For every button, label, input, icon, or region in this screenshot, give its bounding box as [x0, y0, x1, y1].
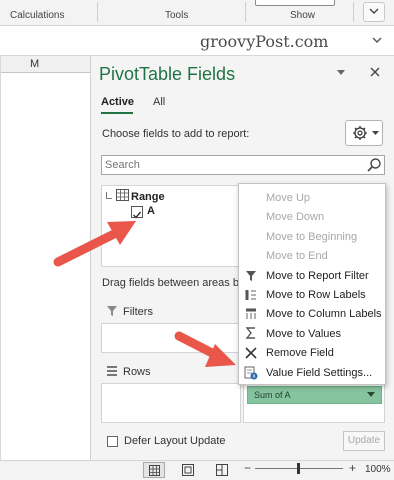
ribbon-button[interactable] [255, 0, 335, 6]
rows-drop-area[interactable] [101, 383, 241, 423]
menu-item-move-to-column-labels[interactable]: Move to Column Labels [266, 308, 382, 320]
ribbon-group-show[interactable]: Show [290, 10, 315, 21]
menu-item-move-to-report-filter[interactable]: Move to Report Filter [266, 270, 369, 282]
collapse-table-toggle[interactable] [106, 192, 112, 199]
tab-all[interactable]: All [153, 96, 165, 108]
column-header-m[interactable]: M [30, 58, 39, 70]
drag-fields-label: Drag fields between areas below: [102, 277, 242, 289]
values-field-label: Sum of A [254, 390, 291, 400]
caret-down-icon [372, 131, 379, 135]
zoom-level[interactable]: 100% [365, 464, 391, 475]
normal-view-button[interactable] [143, 462, 165, 478]
chevron-down-icon [369, 8, 379, 14]
table-name-range[interactable]: Range [131, 191, 165, 203]
values-field-chip[interactable]: Sum of A [247, 386, 382, 404]
menu-item-move-to-row-labels[interactable]: Move to Row Labels [266, 289, 366, 301]
field-search-input[interactable] [102, 156, 364, 174]
field-settings-button[interactable] [345, 120, 383, 146]
defer-layout-checkbox[interactable] [107, 436, 118, 447]
menu-item-move-to-beginning[interactable]: Move to Beginning [266, 231, 357, 243]
zoom-out-button[interactable]: − [244, 461, 251, 475]
update-button[interactable]: Update [343, 431, 385, 451]
ribbon-separator [353, 2, 354, 22]
field-label-a[interactable]: A [147, 205, 155, 217]
rows-area-label: Rows [123, 366, 151, 378]
filters-area-label: Filters [123, 306, 153, 318]
menu-item-move-down[interactable]: Move Down [266, 211, 324, 223]
defer-layout-label: Defer Layout Update [124, 435, 226, 447]
normal-view-icon [149, 465, 160, 476]
table-icon [116, 189, 129, 201]
checkmark-icon [133, 211, 142, 219]
ribbon-separator [245, 2, 246, 22]
search-icon[interactable] [366, 157, 382, 173]
rows-icon [107, 366, 117, 376]
caret-down-icon [367, 392, 375, 397]
filter-icon [246, 271, 256, 281]
grid-line [0, 56, 1, 460]
status-bar [0, 460, 394, 480]
rows-icon [245, 290, 256, 300]
pane-title: PivotTable Fields [99, 64, 236, 84]
page-layout-icon[interactable] [182, 464, 194, 476]
active-tab-underline [101, 112, 133, 114]
zoom-in-button[interactable]: + [349, 461, 356, 475]
field-checkbox-a[interactable] [131, 206, 143, 219]
zoom-slider-thumb[interactable] [297, 463, 300, 474]
close-icon [370, 67, 380, 77]
sigma-icon [245, 327, 255, 339]
chevron-down-icon [372, 37, 382, 43]
menu-item-move-up[interactable]: Move Up [266, 192, 310, 204]
menu-item-move-to-values[interactable]: Move to Values [266, 328, 341, 340]
columns-icon [246, 308, 256, 319]
expand-formula-button[interactable] [372, 35, 382, 47]
formula-row [0, 26, 394, 56]
menu-item-value-field-settings[interactable]: Value Field Settings... [266, 367, 372, 379]
ribbon-separator [97, 2, 98, 22]
pane-close-button[interactable] [370, 64, 380, 80]
ribbon-group-tools[interactable]: Tools [165, 10, 188, 21]
choose-fields-label: Choose fields to add to report: [102, 128, 250, 140]
menu-item-remove-field[interactable]: Remove Field [266, 347, 334, 359]
caret-down-icon [337, 70, 345, 75]
ribbon-group-calculations[interactable]: Calculations [10, 10, 64, 21]
field-search-box [101, 155, 385, 175]
column-header-row: M [0, 56, 90, 73]
page-break-icon[interactable] [216, 464, 228, 476]
value-settings-icon [244, 366, 258, 380]
filters-drop-area[interactable] [101, 323, 241, 353]
pane-options-button[interactable] [337, 68, 345, 78]
watermark-text: groovyPost.com [200, 32, 329, 51]
worksheet-grid[interactable] [0, 56, 90, 460]
ribbon-collapse-button[interactable] [363, 2, 385, 22]
filter-icon [107, 306, 117, 316]
menu-item-move-to-end[interactable]: Move to End [266, 250, 328, 262]
tab-active[interactable]: Active [101, 96, 134, 108]
remove-icon [245, 347, 257, 359]
gear-icon [353, 126, 367, 140]
